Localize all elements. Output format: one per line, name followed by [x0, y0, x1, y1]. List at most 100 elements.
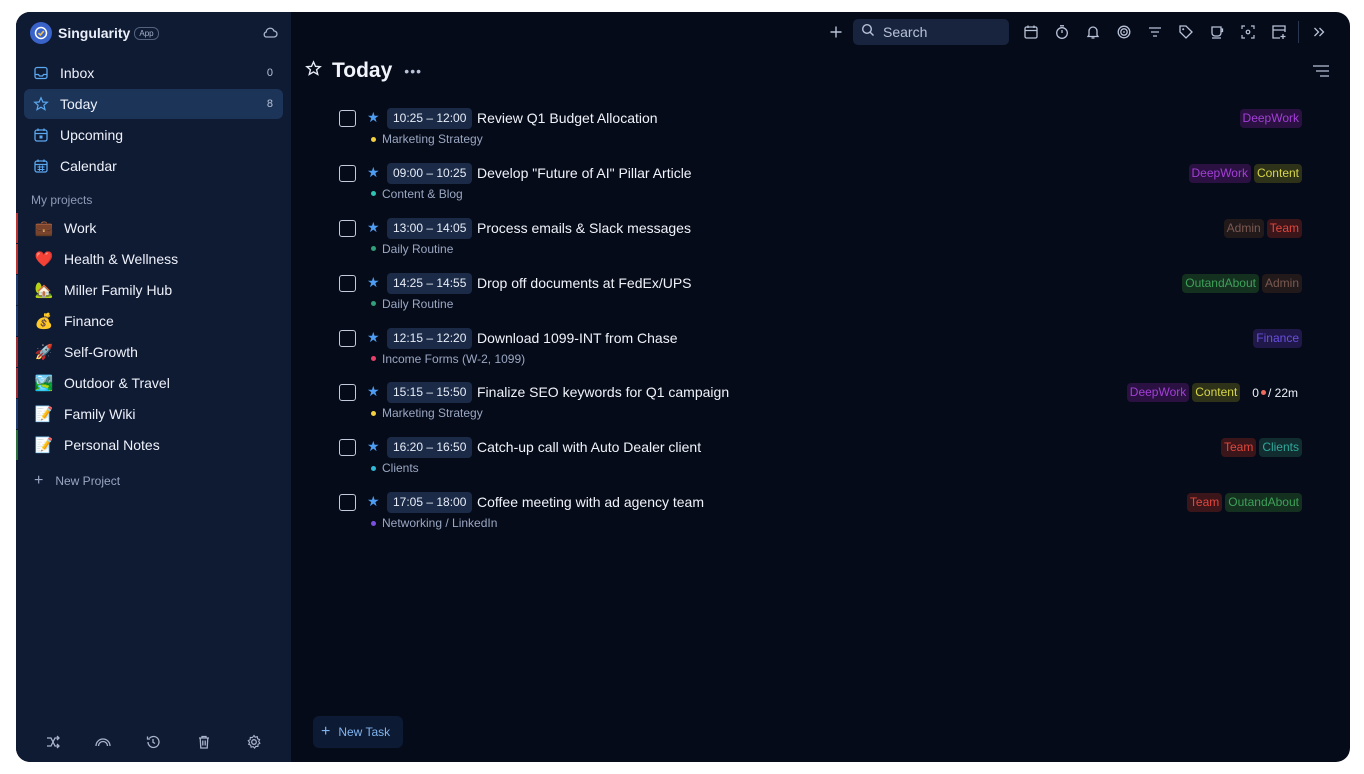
- tag-badge[interactable]: OutandAbout: [1182, 273, 1259, 293]
- task-title[interactable]: Coffee meeting with ad agency team: [477, 494, 704, 510]
- nav-item-today[interactable]: Today 8: [24, 89, 283, 119]
- app-logo-icon[interactable]: [30, 22, 52, 44]
- task-checkbox[interactable]: [339, 164, 356, 182]
- tag-badge[interactable]: Team: [1266, 218, 1302, 238]
- cloud-sync-icon[interactable]: [261, 24, 279, 42]
- priority-star-icon[interactable]: ★: [367, 383, 380, 400]
- add-window-icon[interactable]: [1263, 20, 1294, 44]
- tag-badge[interactable]: DeepWork: [1188, 163, 1251, 183]
- task-project[interactable]: Clients: [371, 461, 419, 475]
- task-row[interactable]: ★ 12:15 – 12:20 Download 1099-INT from Cha…: [339, 324, 1302, 379]
- project-item[interactable]: 🏡 Miller Family Hub: [16, 275, 283, 305]
- task-checkbox[interactable]: [339, 274, 356, 292]
- task-timer[interactable]: 0 / 22m: [1252, 386, 1298, 400]
- settings-gear-icon[interactable]: [244, 732, 264, 752]
- priority-star-icon[interactable]: ★: [367, 438, 380, 455]
- bell-icon[interactable]: [1077, 20, 1108, 44]
- tag-badge[interactable]: Content: [1253, 163, 1302, 183]
- task-project[interactable]: Marketing Strategy: [371, 406, 483, 420]
- task-project[interactable]: Daily Routine: [371, 242, 453, 256]
- project-item[interactable]: 🏞️ Outdoor & Travel: [16, 368, 283, 398]
- tag-badge[interactable]: Clients: [1259, 438, 1302, 458]
- priority-star-icon[interactable]: ★: [367, 164, 380, 181]
- task-title[interactable]: Catch-up call with Auto Dealer client: [477, 439, 701, 455]
- tag-badge[interactable]: OutandAbout: [1225, 493, 1302, 513]
- project-item[interactable]: 📝 Family Wiki: [16, 399, 283, 429]
- task-row[interactable]: ★ 16:20 – 16:50 Catch-up call with Auto De…: [339, 433, 1302, 488]
- add-icon[interactable]: [820, 20, 851, 44]
- priority-star-icon[interactable]: ★: [367, 274, 380, 291]
- new-task-button[interactable]: + New Task: [313, 716, 403, 748]
- priority-star-icon[interactable]: ★: [367, 493, 380, 510]
- priority-star-icon[interactable]: ★: [367, 109, 380, 126]
- coffee-cup-icon[interactable]: [1201, 20, 1232, 44]
- task-title[interactable]: Drop off documents at FedEx/UPS: [477, 275, 692, 291]
- project-item[interactable]: 📝 Personal Notes: [16, 430, 283, 460]
- more-options-icon[interactable]: •••: [404, 63, 422, 79]
- focus-target-icon[interactable]: [1108, 20, 1139, 44]
- task-time-range[interactable]: 15:15 – 15:50: [387, 382, 473, 404]
- task-checkbox[interactable]: [339, 329, 356, 347]
- task-time-range[interactable]: 10:25 – 12:00: [387, 108, 473, 129]
- task-checkbox[interactable]: [339, 439, 356, 457]
- tag-badge[interactable]: Team: [1186, 493, 1223, 513]
- task-title[interactable]: Process emails & Slack messages: [477, 220, 691, 236]
- task-row[interactable]: ★ 13:00 – 14:05 Process emails & Slack mes…: [339, 214, 1302, 269]
- task-checkbox[interactable]: [339, 219, 356, 237]
- rainbow-icon[interactable]: [93, 732, 113, 752]
- task-row[interactable]: ★ 14:25 – 14:55 Drop off documents at FedE…: [339, 269, 1302, 324]
- tag-badge[interactable]: Finance: [1253, 328, 1302, 348]
- task-time-range[interactable]: 16:20 – 16:50: [387, 437, 473, 459]
- priority-star-icon[interactable]: ★: [367, 329, 380, 346]
- tag-badge[interactable]: Team: [1220, 438, 1257, 458]
- nav-item-calendar[interactable]: Calendar: [24, 151, 283, 181]
- calendar-icon[interactable]: [1015, 20, 1046, 44]
- nav-item-upcoming[interactable]: Upcoming: [24, 120, 283, 150]
- search-box[interactable]: Search: [853, 19, 1009, 45]
- tag-badge[interactable]: Admin: [1261, 273, 1302, 293]
- task-project[interactable]: Daily Routine: [371, 297, 453, 311]
- task-project[interactable]: Marketing Strategy: [371, 132, 483, 146]
- project-item[interactable]: 💰 Finance: [16, 306, 283, 336]
- filter-icon[interactable]: [1139, 20, 1170, 44]
- tag-badge[interactable]: Admin: [1223, 218, 1264, 238]
- nav-item-inbox[interactable]: Inbox 0: [24, 58, 283, 88]
- task-title[interactable]: Download 1099-INT from Chase: [477, 330, 678, 346]
- priority-star-icon[interactable]: ★: [367, 219, 380, 236]
- history-icon[interactable]: [143, 732, 163, 752]
- task-tags: Finance: [1253, 328, 1302, 348]
- new-project-button[interactable]: + New Project: [16, 466, 291, 496]
- tag-badge[interactable]: DeepWork: [1126, 383, 1190, 403]
- trash-icon[interactable]: [194, 732, 214, 752]
- stopwatch-icon[interactable]: [1046, 20, 1077, 44]
- capture-frame-icon[interactable]: [1232, 20, 1263, 44]
- task-time-range[interactable]: 17:05 – 18:00: [387, 492, 473, 514]
- tag-badge[interactable]: Content: [1192, 383, 1241, 403]
- task-title[interactable]: Develop "Future of AI" Pillar Article: [477, 165, 692, 181]
- task-row[interactable]: ★ 10:25 – 12:00 Review Q1 Budget Allocatio…: [339, 104, 1302, 159]
- task-title[interactable]: Review Q1 Budget Allocation: [477, 110, 658, 126]
- tag-badge[interactable]: DeepWork: [1239, 109, 1302, 128]
- task-checkbox[interactable]: [339, 494, 356, 512]
- task-time-range[interactable]: 13:00 – 14:05: [387, 217, 473, 239]
- chevron-double-right-icon[interactable]: [1303, 20, 1334, 44]
- shuffle-icon[interactable]: [43, 732, 63, 752]
- task-checkbox[interactable]: [339, 384, 356, 402]
- project-item[interactable]: 🚀 Self-Growth: [16, 337, 283, 367]
- task-checkbox[interactable]: [339, 110, 356, 127]
- task-row[interactable]: ★ 17:05 – 18:00 Coffee meeting with ad age…: [339, 488, 1302, 543]
- task-project[interactable]: Content & Blog: [371, 187, 463, 201]
- task-project[interactable]: Networking / LinkedIn: [371, 516, 497, 530]
- project-item[interactable]: 💼 Work: [16, 213, 283, 243]
- tag-icon[interactable]: [1170, 20, 1201, 44]
- task-time-range[interactable]: 09:00 – 10:25: [387, 162, 473, 184]
- task-row[interactable]: ★ 09:00 – 10:25 Develop "Future of AI" Pil…: [339, 159, 1302, 214]
- task-time-range[interactable]: 14:25 – 14:55: [387, 272, 473, 294]
- project-item[interactable]: ❤️ Health & Wellness: [16, 244, 283, 274]
- sort-icon[interactable]: [1312, 64, 1330, 83]
- favorite-star-icon[interactable]: [305, 60, 322, 82]
- task-time-range[interactable]: 12:15 – 12:20: [387, 327, 473, 349]
- task-title[interactable]: Finalize SEO keywords for Q1 campaign: [477, 384, 729, 400]
- task-row[interactable]: ★ 15:15 – 15:50 Finalize SEO keywords for …: [339, 378, 1302, 433]
- task-project[interactable]: Income Forms (W-2, 1099): [371, 352, 525, 366]
